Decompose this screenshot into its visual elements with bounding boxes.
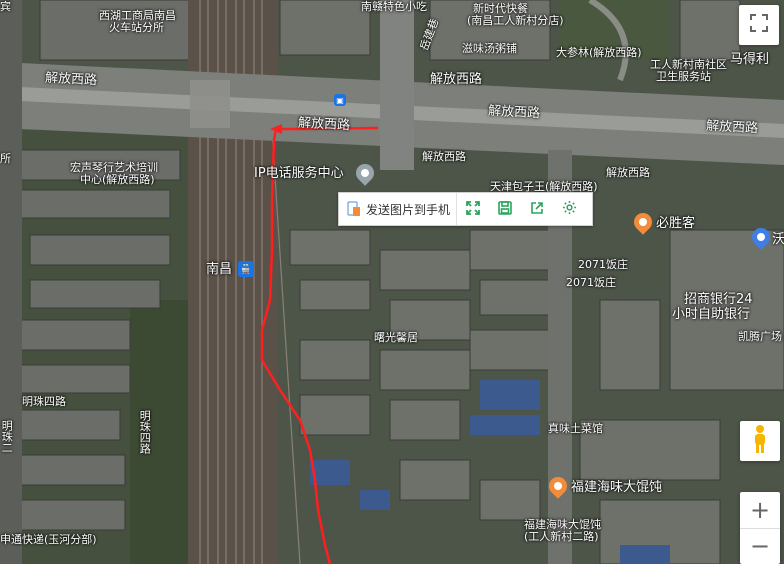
label-jiefang-xilu-1: 解放西路 [44,70,98,89]
zoom-in-button[interactable]: + [740,492,780,529]
share-icon [530,200,544,219]
label-hongsheng-2: 中心(解放西路) [80,173,155,186]
expand-icon [750,14,768,36]
send-to-phone-label: 发送图片到手机 [366,202,451,217]
fullscreen-map-button[interactable] [739,5,779,45]
label-fujian-branch-2: (工人新村二路) [524,530,599,543]
label-mingzhu-left: 明珠二 [0,420,14,453]
settings-icon [562,200,577,219]
label-edge-top-left: 宾 [0,0,11,13]
label-kuaidi: 申通快递(玉河分部) [0,533,97,546]
bus-stop-icon[interactable]: ▣ [334,94,346,106]
train-station-icon[interactable]: 🚆 [238,261,254,277]
label-jiefang-xilu-6: 解放西路 [422,150,466,163]
label-jiefang-xilu-5: 解放西路 [297,115,351,134]
send-to-phone-button[interactable]: 发送图片到手机 [339,193,458,225]
save-button[interactable] [489,193,521,225]
label-top-snack: 南赣特色小吃 [361,0,427,13]
label-weisheng: 卫生服务站 [656,70,711,83]
pegman-icon [751,424,769,458]
label-zimian: 滋味汤粥铺 [462,42,517,55]
settings-button[interactable] [553,193,585,225]
label-shuguang: 曙光馨居 [374,331,418,344]
fullscreen-button[interactable] [457,193,489,225]
share-button[interactable] [521,193,553,225]
label-ip-service: IP电话服务中心 [254,166,344,181]
phone-send-icon [347,201,361,217]
label-xinxin-branch: (南昌工人新村分店) [467,14,564,27]
label-jiefang-xilu-2: 解放西路 [430,72,483,87]
fullscreen-icon [466,200,480,219]
label-zhenwei: 真味土菜馆 [548,422,603,435]
zoom-control: + − [740,492,780,564]
label-fujian-haiwei: 福建海味大馄饨 [571,480,663,495]
street-view-button[interactable] [740,421,780,461]
label-nanchang-station: 南昌 [206,262,233,277]
label-jiefang-xilu-3: 解放西路 [487,103,541,122]
save-icon [498,200,512,219]
label-2071-b: 2071饭庄 [566,276,616,289]
image-toolbar: 发送图片到手机 [338,192,593,226]
zoom-out-button[interactable]: − [740,529,780,564]
label-jiefang-xilu-7: 解放西路 [606,166,650,179]
label-mingzhu-2: 明珠四路 [138,410,152,454]
label-jiefang-xilu-4: 解放西路 [705,118,759,137]
label-xihu-gongshang-2: 火车站分所 [109,21,164,34]
label-wo: 沃 [772,232,784,247]
label-kaiteng: 凯腾广场 [738,330,782,343]
label-zhaoshang-2: 小时自助银行 [672,307,751,322]
label-dashencai: 大参林(解放西路) [556,46,642,59]
label-shenshengke: 必胜客 [656,216,696,231]
label-zhaoshang-1: 招商银行24 [684,292,753,307]
label-madeli: 马得利 [730,52,770,67]
label-mingzhu-1: 明珠四路 [22,395,66,408]
label-2071-a: 2071饭庄 [578,258,628,271]
satellite-map[interactable] [0,0,784,564]
label-edge-left: 所 [0,152,11,165]
